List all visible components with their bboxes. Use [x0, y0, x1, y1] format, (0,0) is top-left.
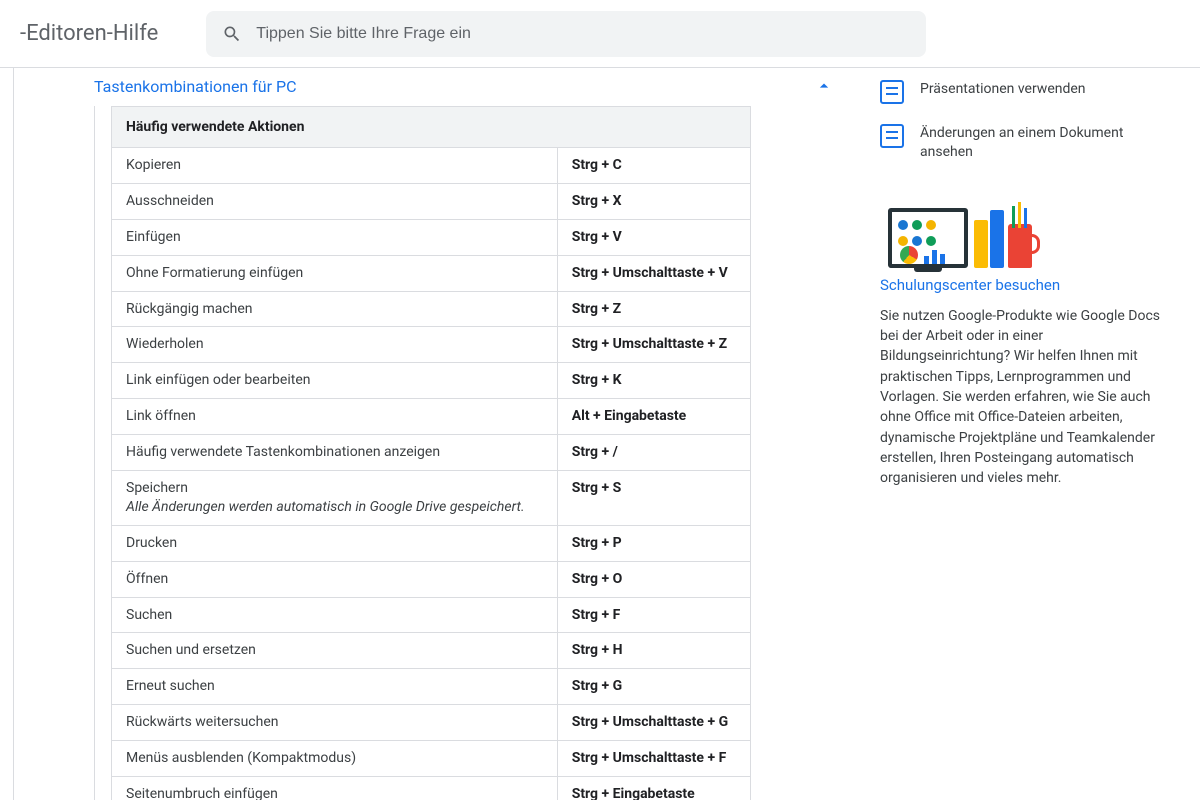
keys-cell: Alt + Eingabetaste: [557, 399, 750, 435]
promo-card: Schulungscenter besuchen Sie nutzen Goog…: [880, 198, 1172, 489]
table-row: Rückgängig machenStrg + Z: [112, 291, 751, 327]
keys-cell: Strg + Eingabetaste: [557, 777, 750, 800]
sidebar: Präsentationen verwenden Änderungen an ei…: [880, 68, 1200, 800]
search-input[interactable]: [256, 25, 910, 43]
table-row: Menüs ausblenden (Kompaktmodus)Strg + Um…: [112, 741, 751, 777]
keys-cell: Strg + V: [557, 219, 750, 255]
action-cell: Suchen und ersetzen: [112, 633, 558, 669]
action-cell: Wiederholen: [112, 327, 558, 363]
article-icon: [880, 80, 904, 104]
table-row: Link einfügen oder bearbeitenStrg + K: [112, 363, 751, 399]
related-article-text: Änderungen an einem Dokument ansehen: [920, 124, 1172, 162]
keys-cell: Strg + P: [557, 525, 750, 561]
search-field-wrap[interactable]: [206, 11, 926, 57]
keys-cell: Strg + X: [557, 183, 750, 219]
promo-link[interactable]: Schulungscenter besuchen: [880, 276, 1060, 294]
table-row: SpeichernAlle Änderungen werden automati…: [112, 471, 751, 526]
main-content: Tastenkombinationen für PC Häufig verwen…: [14, 68, 880, 800]
table-header: Häufig verwendete Aktionen: [112, 107, 751, 148]
article-body: Häufig verwendete Aktionen KopierenStrg …: [94, 106, 854, 800]
promo-text: Sie nutzen Google-Produkte wie Google Do…: [880, 306, 1172, 489]
action-cell: Ohne Formatierung einfügen: [112, 255, 558, 291]
keys-cell: Strg + G: [557, 669, 750, 705]
keys-cell: Strg + O: [557, 561, 750, 597]
action-cell: Kopieren: [112, 148, 558, 184]
action-cell: Einfügen: [112, 219, 558, 255]
action-cell: Erneut suchen: [112, 669, 558, 705]
table-row: ÖffnenStrg + O: [112, 561, 751, 597]
keys-cell: Strg + Umschalttaste + F: [557, 741, 750, 777]
table-row: Suchen und ersetzenStrg + H: [112, 633, 751, 669]
table-row: Link öffnenAlt + Eingabetaste: [112, 399, 751, 435]
action-cell: Rückwärts weitersuchen: [112, 705, 558, 741]
keys-cell: Strg + Umschalttaste + Z: [557, 327, 750, 363]
related-article-item[interactable]: Änderungen an einem Dokument ansehen: [880, 124, 1172, 162]
action-cell: Seitenumbruch einfügen: [112, 777, 558, 800]
keys-cell: Strg + /: [557, 435, 750, 471]
action-cell: Häufig verwendete Tastenkombinationen an…: [112, 435, 558, 471]
section-title: Tastenkombinationen für PC: [94, 77, 297, 96]
chevron-up-icon: [814, 76, 834, 96]
table-row: KopierenStrg + C: [112, 148, 751, 184]
promo-illustration: [880, 198, 1034, 268]
keys-cell: Strg + Z: [557, 291, 750, 327]
table-row: SuchenStrg + F: [112, 597, 751, 633]
article-icon: [880, 124, 904, 148]
product-name: -Editoren-Hilfe: [20, 21, 158, 46]
table-row: Rückwärts weitersuchenStrg + Umschalttas…: [112, 705, 751, 741]
keys-cell: Strg + H: [557, 633, 750, 669]
action-cell: Ausschneiden: [112, 183, 558, 219]
app-header: -Editoren-Hilfe: [0, 0, 1200, 68]
table-row: Erneut suchenStrg + G: [112, 669, 751, 705]
action-cell: Link öffnen: [112, 399, 558, 435]
table-row: Seitenumbruch einfügenStrg + Eingabetast…: [112, 777, 751, 800]
action-cell: Drucken: [112, 525, 558, 561]
keys-cell: Strg + S: [557, 471, 750, 526]
keys-cell: Strg + C: [557, 148, 750, 184]
action-cell: Menüs ausblenden (Kompaktmodus): [112, 741, 558, 777]
search-icon: [222, 24, 242, 44]
table-row: Ohne Formatierung einfügenStrg + Umschal…: [112, 255, 751, 291]
table-row: AusschneidenStrg + X: [112, 183, 751, 219]
action-cell: SpeichernAlle Änderungen werden automati…: [112, 471, 558, 526]
table-row: EinfügenStrg + V: [112, 219, 751, 255]
keys-cell: Strg + F: [557, 597, 750, 633]
table-row: Häufig verwendete Tastenkombinationen an…: [112, 435, 751, 471]
table-row: WiederholenStrg + Umschalttaste + Z: [112, 327, 751, 363]
related-article-text: Präsentationen verwenden: [920, 80, 1086, 104]
section-header[interactable]: Tastenkombinationen für PC: [94, 76, 854, 106]
action-cell: Öffnen: [112, 561, 558, 597]
keys-cell: Strg + Umschalttaste + G: [557, 705, 750, 741]
keys-cell: Strg + Umschalttaste + V: [557, 255, 750, 291]
action-cell: Suchen: [112, 597, 558, 633]
keys-cell: Strg + K: [557, 363, 750, 399]
related-article-item[interactable]: Präsentationen verwenden: [880, 80, 1172, 104]
table-row: DruckenStrg + P: [112, 525, 751, 561]
left-border-rail: [0, 68, 14, 800]
action-cell: Rückgängig machen: [112, 291, 558, 327]
shortcuts-table: Häufig verwendete Aktionen KopierenStrg …: [111, 106, 751, 800]
action-cell: Link einfügen oder bearbeiten: [112, 363, 558, 399]
